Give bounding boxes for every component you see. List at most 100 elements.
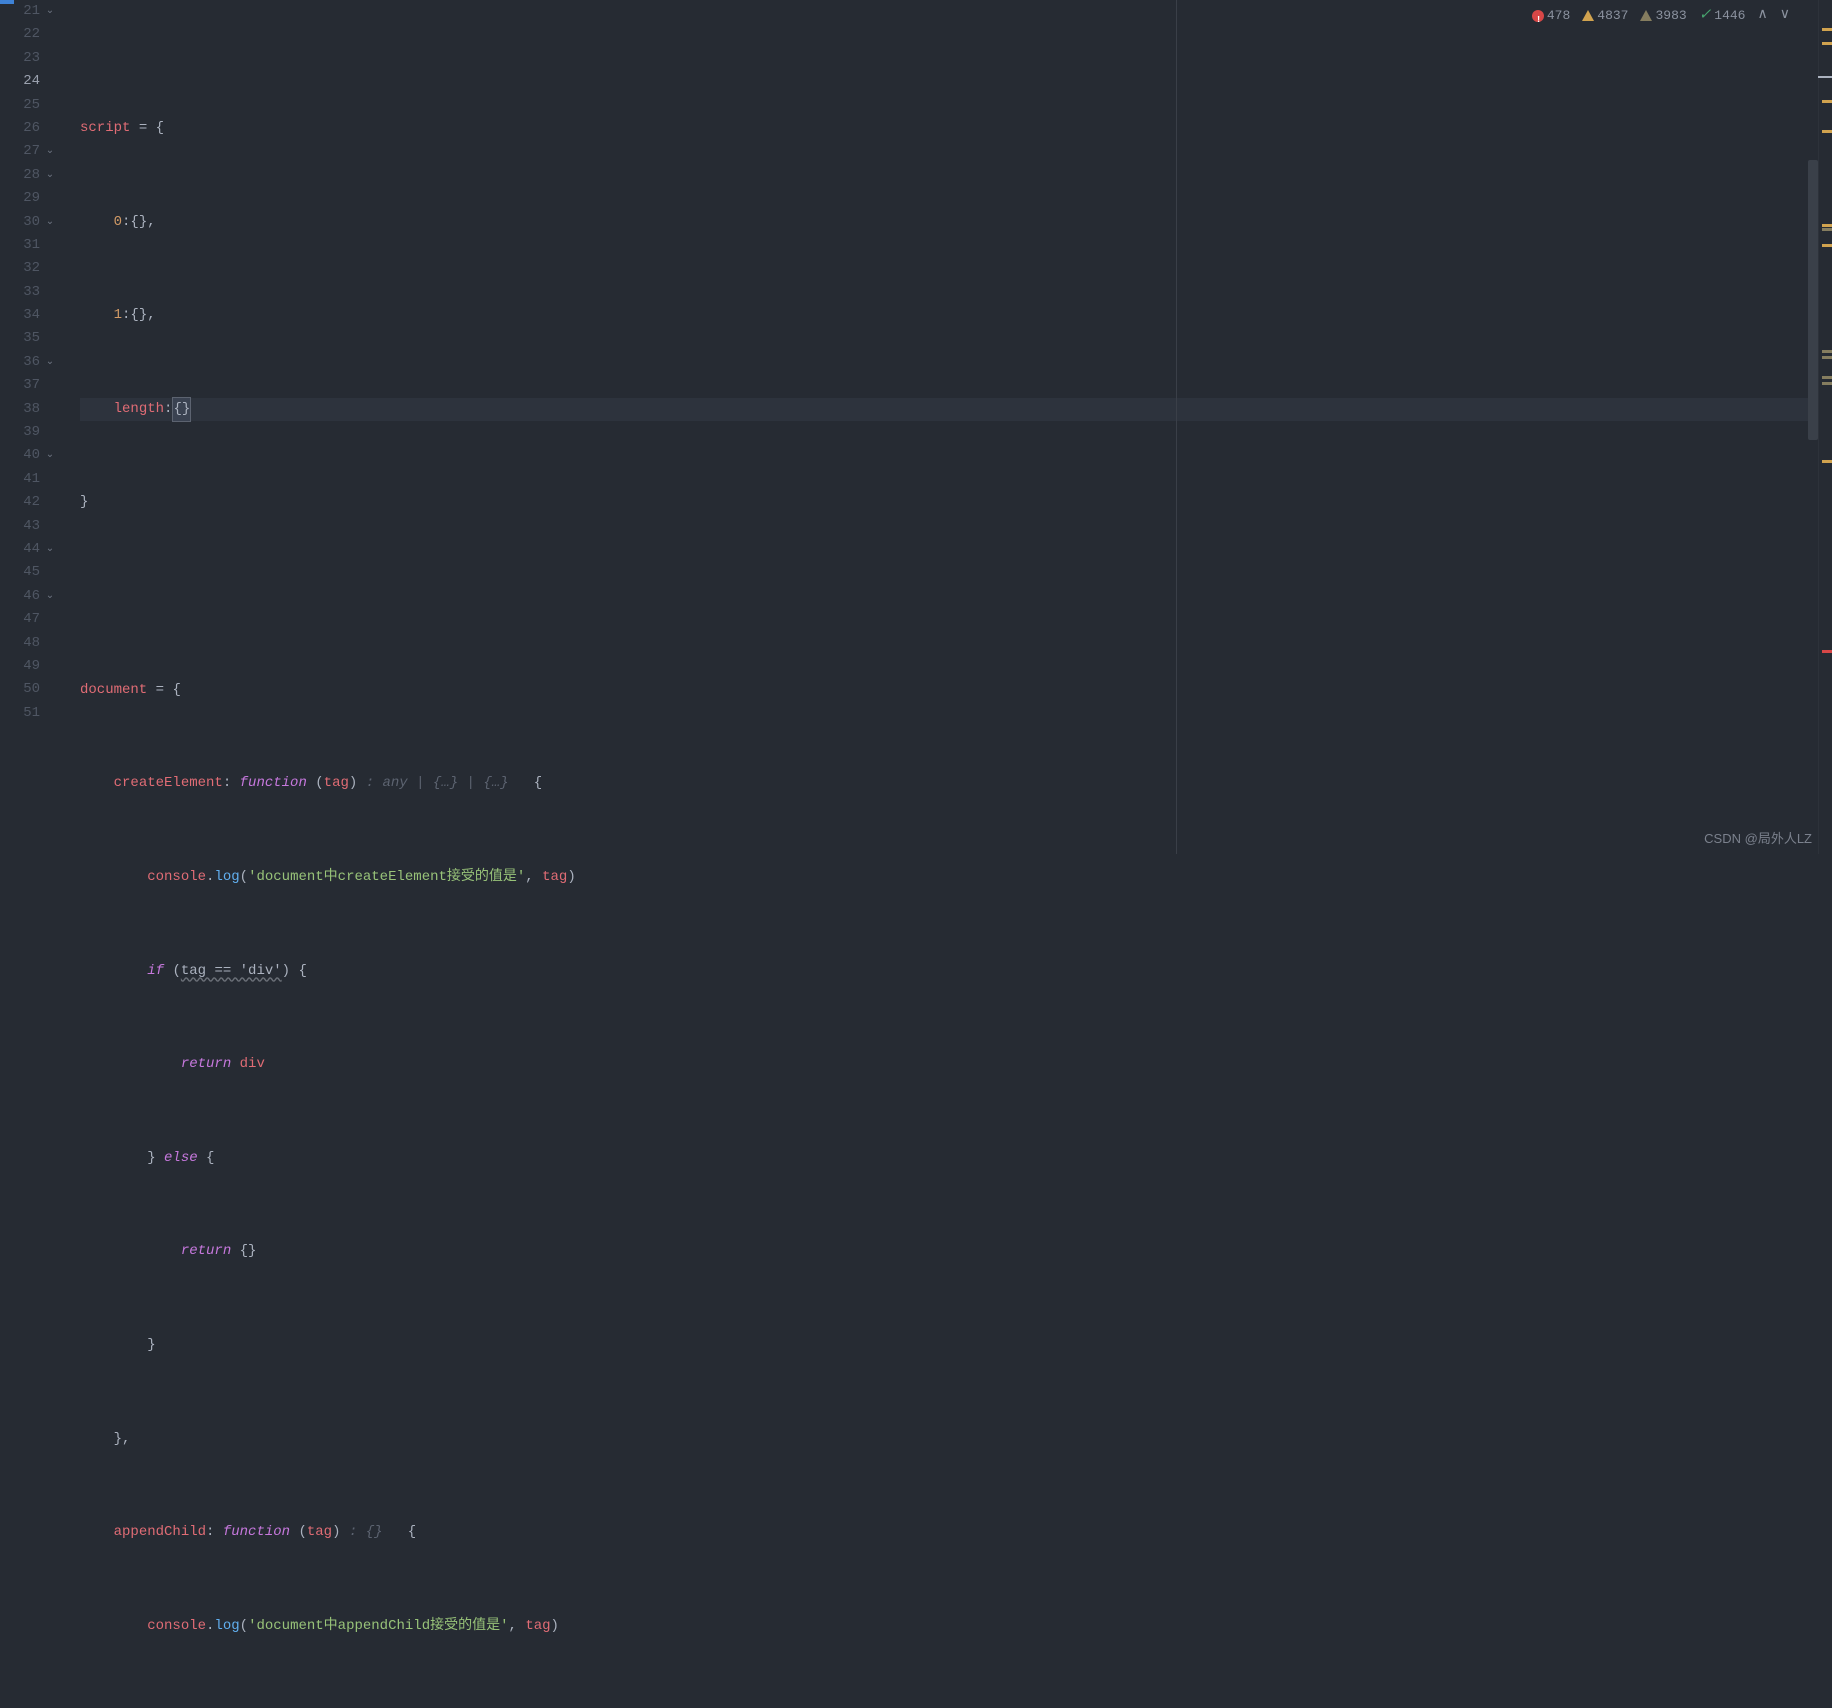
- code-line-active[interactable]: length:{}: [80, 398, 1832, 421]
- code-line[interactable]: }: [80, 1334, 1832, 1357]
- gutter-line[interactable]: 24: [0, 70, 60, 93]
- fold-icon[interactable]: ⌄: [40, 164, 60, 187]
- gutter-line[interactable]: 41: [0, 468, 60, 491]
- line-number: 49: [0, 655, 40, 678]
- inspection-status-bar[interactable]: 478 4837 3983 ✓1446 ∧ ∨: [1532, 4, 1790, 27]
- gutter-line[interactable]: 40⌄: [0, 444, 60, 467]
- weak-mark[interactable]: [1822, 382, 1832, 385]
- code-line[interactable]: console.log('document中createElement接受的值是…: [80, 866, 1832, 889]
- gutter-line[interactable]: 35: [0, 327, 60, 350]
- gutter-line[interactable]: 47: [0, 608, 60, 631]
- warnings-count[interactable]: 4837: [1582, 4, 1628, 27]
- code-line[interactable]: document = {: [80, 679, 1832, 702]
- gutter-line[interactable]: 28⌄: [0, 164, 60, 187]
- typo-icon: ✓: [1699, 4, 1712, 27]
- weak-mark[interactable]: [1822, 228, 1832, 231]
- gutter-line[interactable]: 21⌄: [0, 0, 60, 23]
- warning-mark[interactable]: [1822, 28, 1832, 31]
- line-number: 29: [0, 187, 40, 210]
- prev-highlight-icon[interactable]: ∧: [1758, 4, 1768, 27]
- code-line[interactable]: if (tag == 'div') {: [80, 960, 1832, 983]
- code-line[interactable]: return div: [80, 1053, 1832, 1076]
- gutter-line[interactable]: 34: [0, 304, 60, 327]
- fold-icon[interactable]: ⌄: [40, 585, 60, 608]
- code-editor[interactable]: 21⌄222324252627⌄28⌄2930⌄313233343536⌄373…: [0, 0, 1832, 854]
- gutter-line[interactable]: 32: [0, 257, 60, 280]
- gutter-line[interactable]: 22: [0, 23, 60, 46]
- warning-mark[interactable]: [1822, 224, 1832, 227]
- code-line[interactable]: 0:{},: [80, 211, 1832, 234]
- line-number: 46: [0, 585, 40, 608]
- code-line[interactable]: appendChild: function (tag) : {} {: [80, 1521, 1832, 1544]
- gutter-line[interactable]: 29: [0, 187, 60, 210]
- code-line[interactable]: 1:{},: [80, 304, 1832, 327]
- line-number: 48: [0, 632, 40, 655]
- code-line[interactable]: console.log('document中appendChild接受的值是',…: [80, 1615, 1832, 1638]
- line-number: 28: [0, 164, 40, 187]
- gutter-line[interactable]: 48: [0, 632, 60, 655]
- line-number: 50: [0, 678, 40, 701]
- line-number: 51: [0, 702, 40, 725]
- warning-mark[interactable]: [1822, 100, 1832, 103]
- gutter[interactable]: 21⌄222324252627⌄28⌄2930⌄313233343536⌄373…: [0, 0, 60, 854]
- line-number: 30: [0, 211, 40, 234]
- gutter-line[interactable]: 30⌄: [0, 211, 60, 234]
- errors-count[interactable]: 478: [1532, 4, 1570, 27]
- fold-icon[interactable]: ⌄: [40, 444, 60, 467]
- gutter-line[interactable]: 23: [0, 47, 60, 70]
- gutter-line[interactable]: 31: [0, 234, 60, 257]
- warning-icon: [1582, 10, 1594, 21]
- code-line[interactable]: },: [80, 1428, 1832, 1451]
- gutter-line[interactable]: 39: [0, 421, 60, 444]
- caret-mark: [1818, 76, 1832, 78]
- gutter-line[interactable]: 27⌄: [0, 140, 60, 163]
- gutter-line[interactable]: 36⌄: [0, 351, 60, 374]
- error-mark[interactable]: [1822, 650, 1832, 653]
- code-line[interactable]: return {}: [80, 1240, 1832, 1263]
- gutter-line[interactable]: 26: [0, 117, 60, 140]
- line-number: 41: [0, 468, 40, 491]
- warning-mark[interactable]: [1822, 244, 1832, 247]
- weak-mark[interactable]: [1822, 356, 1832, 359]
- code-line[interactable]: script = {: [80, 117, 1832, 140]
- fold-icon[interactable]: ⌄: [40, 211, 60, 234]
- warning-mark[interactable]: [1822, 42, 1832, 45]
- code-line[interactable]: createElement: function (tag) : any | {……: [80, 772, 1832, 795]
- gutter-line[interactable]: 42: [0, 491, 60, 514]
- warning-mark[interactable]: [1822, 130, 1832, 133]
- line-number: 24: [0, 70, 40, 93]
- line-number: 42: [0, 491, 40, 514]
- gutter-line[interactable]: 50: [0, 678, 60, 701]
- warning-mark[interactable]: [1822, 460, 1832, 463]
- gutter-line[interactable]: 49: [0, 655, 60, 678]
- weak-mark[interactable]: [1822, 376, 1832, 379]
- code-area[interactable]: script = { 0:{}, 1:{}, length:{} } docum…: [60, 0, 1832, 854]
- weak-mark[interactable]: [1822, 350, 1832, 353]
- scrollbar-thumb[interactable]: [1808, 160, 1818, 440]
- gutter-line[interactable]: 45: [0, 561, 60, 584]
- next-highlight-icon[interactable]: ∨: [1780, 4, 1790, 27]
- gutter-line[interactable]: 46⌄: [0, 585, 60, 608]
- line-number: 38: [0, 398, 40, 421]
- fold-icon[interactable]: ⌄: [40, 538, 60, 561]
- line-number: 31: [0, 234, 40, 257]
- code-line[interactable]: }: [80, 491, 1832, 514]
- cursor-selection: {}: [172, 397, 191, 422]
- line-number: 35: [0, 327, 40, 350]
- line-number: 22: [0, 23, 40, 46]
- gutter-line[interactable]: 51: [0, 702, 60, 725]
- error-stripe[interactable]: [1818, 0, 1832, 854]
- gutter-line[interactable]: 43: [0, 515, 60, 538]
- gutter-line[interactable]: 25: [0, 94, 60, 117]
- fold-icon[interactable]: ⌄: [40, 140, 60, 163]
- code-line[interactable]: } else {: [80, 1147, 1832, 1170]
- weak-warnings-count[interactable]: 3983: [1640, 4, 1686, 27]
- gutter-line[interactable]: 44⌄: [0, 538, 60, 561]
- gutter-line[interactable]: 38: [0, 398, 60, 421]
- fold-icon[interactable]: ⌄: [40, 0, 60, 23]
- code-line[interactable]: [80, 585, 1832, 608]
- fold-icon[interactable]: ⌄: [40, 351, 60, 374]
- gutter-line[interactable]: 33: [0, 281, 60, 304]
- gutter-line[interactable]: 37: [0, 374, 60, 397]
- typos-count[interactable]: ✓1446: [1699, 4, 1746, 27]
